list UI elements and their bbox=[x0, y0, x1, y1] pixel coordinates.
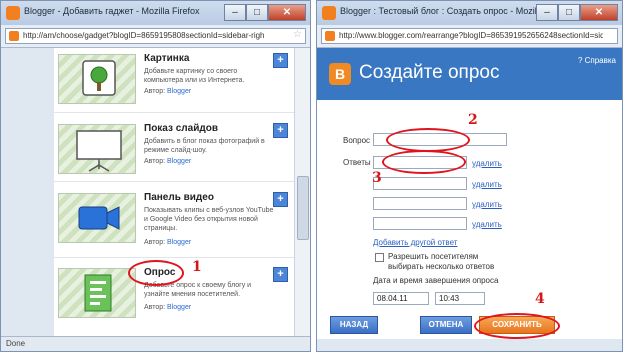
add-gadget-button[interactable]: + bbox=[273, 192, 288, 207]
scrollbar[interactable] bbox=[294, 48, 310, 338]
close-button[interactable]: ✕ bbox=[580, 4, 618, 21]
blogger-logo-icon: B bbox=[329, 63, 351, 85]
gadget-browser-window: Blogger - Добавить гаджет - Mozilla Fire… bbox=[0, 0, 311, 352]
delete-answer-link[interactable]: удалить bbox=[472, 159, 502, 168]
delete-answer-link[interactable]: удалить bbox=[472, 180, 502, 189]
add-answer-link[interactable]: Добавить другой ответ bbox=[373, 238, 457, 247]
annotation-number-3: 3 bbox=[372, 170, 382, 186]
add-gadget-button[interactable]: + bbox=[273, 53, 288, 68]
video-gadget-thumbnail bbox=[58, 193, 136, 243]
gadget-description: Показывать клипы с веб-узлов YouTube и G… bbox=[144, 207, 274, 232]
add-gadget-button[interactable]: + bbox=[273, 123, 288, 138]
answer-input-2[interactable] bbox=[373, 177, 467, 190]
star-icon[interactable]: ☆ bbox=[293, 29, 302, 40]
poll-gadget-thumbnail bbox=[58, 268, 136, 318]
multi-choice-label: Разрешить посетителям выбирать несколько… bbox=[388, 252, 495, 271]
delete-answer-link[interactable]: удалить bbox=[472, 200, 502, 209]
poll-form: Вопрос Ответы удалить удалить удалить уд… bbox=[317, 100, 622, 339]
divider bbox=[54, 112, 294, 113]
answer-input-3[interactable] bbox=[373, 197, 467, 210]
end-date-input[interactable]: 08.04.11 bbox=[373, 292, 429, 305]
multi-choice-checkbox[interactable] bbox=[375, 253, 384, 262]
gadget-item-picture: Картинка Добавьте картинку со своего ком… bbox=[54, 48, 294, 108]
close-button[interactable]: ✕ bbox=[268, 4, 306, 21]
gadget-list: Картинка Добавьте картинку со своего ком… bbox=[54, 48, 294, 338]
add-gadget-button[interactable]: + bbox=[273, 267, 288, 282]
slideshow-gadget-thumbnail bbox=[58, 124, 136, 174]
annotation-number-2: 2 bbox=[468, 112, 478, 128]
favicon-icon bbox=[9, 31, 19, 41]
blogger-icon bbox=[6, 6, 20, 20]
gadget-description: Добавить в блог показ фотографий в режим… bbox=[144, 138, 265, 154]
address-bar: http://am/choose/gadget?blogID=865919580… bbox=[1, 25, 310, 48]
minimize-button[interactable]: – bbox=[536, 4, 558, 21]
gadget-author: Автор: Blogger bbox=[144, 158, 192, 165]
url-text: http://www.blogger.com/rearrange?blogID=… bbox=[339, 31, 603, 40]
address-bar: http://www.blogger.com/rearrange?blogID=… bbox=[317, 25, 622, 48]
end-time-input[interactable]: 10:43 bbox=[435, 292, 485, 305]
scrollbar-thumb[interactable] bbox=[297, 176, 309, 240]
annotation-number-1: 1 bbox=[192, 259, 202, 275]
url-field[interactable]: http://www.blogger.com/rearrange?blogID=… bbox=[321, 28, 618, 44]
end-date-label: Дата и время завершения опроса bbox=[373, 276, 499, 285]
status-text: Done bbox=[6, 339, 26, 348]
gadget-title[interactable]: Панель видео bbox=[144, 192, 214, 203]
create-poll-window: Blogger : Тестовый блог : Создать опрос … bbox=[316, 0, 623, 352]
annotation-oval-2 bbox=[386, 128, 470, 152]
dialog-header: B Создайте опрос ? Справка bbox=[317, 48, 622, 100]
author-link[interactable]: Blogger bbox=[167, 304, 191, 311]
window-title: Blogger - Добавить гаджет - Mozilla Fire… bbox=[24, 6, 200, 16]
window-controls: – □ ✕ bbox=[536, 4, 618, 21]
delete-answer-link[interactable]: удалить bbox=[472, 220, 502, 229]
url-text: http://am/choose/gadget?blogID=865919580… bbox=[23, 31, 265, 40]
cancel-button[interactable]: ОТМЕНА bbox=[420, 316, 472, 334]
annotation-oval-1 bbox=[128, 260, 184, 286]
gadget-author: Автор: Blogger bbox=[144, 239, 192, 246]
help-link[interactable]: ? Справка bbox=[578, 56, 616, 65]
title-bar: Blogger : Тестовый блог : Создать опрос … bbox=[317, 1, 622, 25]
url-field[interactable]: http://am/choose/gadget?blogID=865919580… bbox=[5, 28, 306, 44]
back-button[interactable]: НАЗАД bbox=[330, 316, 378, 334]
annotation-oval-3 bbox=[382, 150, 466, 174]
author-link[interactable]: Blogger bbox=[167, 88, 191, 95]
picture-gadget-thumbnail bbox=[58, 54, 136, 104]
gadget-description: Добавьте картинку со своего компьютера и… bbox=[144, 68, 245, 84]
page-title: Создайте опрос bbox=[359, 62, 500, 83]
author-link[interactable]: Blogger bbox=[167, 158, 191, 165]
answer-input-4[interactable] bbox=[373, 217, 467, 230]
gadget-title[interactable]: Показ слайдов bbox=[144, 123, 218, 134]
maximize-button[interactable]: □ bbox=[558, 4, 580, 21]
gadget-title[interactable]: Картинка bbox=[144, 53, 189, 64]
favicon-icon bbox=[325, 31, 335, 41]
answers-label: Ответы bbox=[343, 158, 371, 167]
title-bar: Blogger - Добавить гаджет - Mozilla Fire… bbox=[1, 1, 310, 25]
gadget-item-video-bar: Панель видео Показывать клипы с веб-узло… bbox=[54, 187, 294, 247]
gadget-author: Автор: Blogger bbox=[144, 88, 192, 95]
divider bbox=[54, 257, 294, 258]
gadget-item-slideshow: Показ слайдов Добавить в блог показ фото… bbox=[54, 118, 294, 178]
question-label: Вопрос bbox=[343, 136, 371, 145]
window-controls: – □ ✕ bbox=[224, 4, 306, 21]
blogger-icon bbox=[322, 6, 336, 20]
annotation-oval-4 bbox=[474, 313, 560, 339]
minimize-button[interactable]: – bbox=[224, 4, 246, 21]
maximize-button[interactable]: □ bbox=[246, 4, 268, 21]
author-link[interactable]: Blogger bbox=[167, 239, 191, 246]
gadget-author: Автор: Blogger bbox=[144, 304, 192, 311]
divider bbox=[54, 181, 294, 182]
status-bar: Done bbox=[1, 336, 310, 351]
annotation-number-4: 4 bbox=[535, 291, 545, 307]
